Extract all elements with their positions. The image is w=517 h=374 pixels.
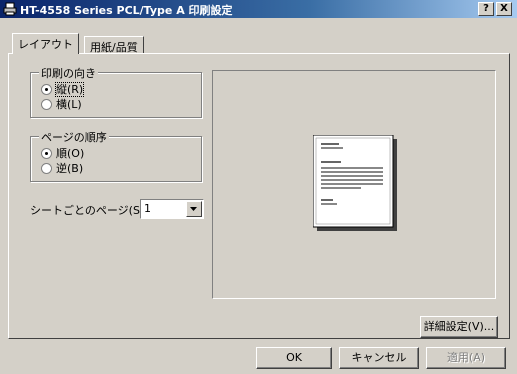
advanced-button[interactable]: 詳細設定(V)... <box>420 316 498 338</box>
radio-indicator <box>41 148 52 159</box>
page-order-normal-label: 順(O) <box>56 147 85 160</box>
page-order-reverse-radio[interactable]: 逆(B) <box>41 160 84 175</box>
dropdown-button[interactable] <box>186 201 202 217</box>
title-bar: HT-4558 Series PCL/Type A 印刷設定 ? X <box>0 0 517 18</box>
orientation-portrait-radio[interactable]: 縦(R) <box>41 81 85 97</box>
apply-button[interactable]: 適用(A) <box>426 347 506 369</box>
orientation-portrait-label: 縦(R) <box>54 82 85 97</box>
page-order-normal-radio[interactable]: 順(O) <box>41 145 85 160</box>
orientation-landscape-label: 横(L) <box>56 98 82 111</box>
pages-per-sheet-select[interactable]: 1 <box>140 199 204 219</box>
layout-preview <box>212 70 496 299</box>
orientation-landscape-radio[interactable]: 横(L) <box>41 96 82 111</box>
printer-icon <box>3 2 17 16</box>
ok-button[interactable]: OK <box>256 347 332 369</box>
page-order-reverse-label: 逆(B) <box>56 162 84 175</box>
page-order-group: ページの順序 順(O) 逆(B) <box>30 129 202 182</box>
orientation-group: 印刷の向き 縦(R) 横(L) <box>30 65 202 118</box>
cancel-button[interactable]: キャンセル <box>339 347 419 369</box>
chevron-down-icon <box>190 207 197 211</box>
radio-indicator <box>41 99 52 110</box>
tab-paper-quality[interactable]: 用紙/品質 <box>84 36 144 54</box>
orientation-group-label: 印刷の向き <box>39 65 98 81</box>
page-order-group-label: ページの順序 <box>39 129 109 145</box>
close-button[interactable]: X <box>496 2 512 16</box>
pages-per-sheet-label: シートごとのページ(S): <box>30 204 148 217</box>
pages-per-sheet-value: 1 <box>144 202 151 215</box>
help-button[interactable]: ? <box>478 2 494 16</box>
radio-indicator <box>41 163 52 174</box>
tab-layout-label: レイアウト <box>18 38 73 51</box>
document-preview-icon <box>313 135 397 231</box>
tab-layout[interactable]: レイアウト <box>12 33 79 54</box>
radio-indicator <box>41 84 52 95</box>
window-title: HT-4558 Series PCL/Type A 印刷設定 <box>20 4 233 17</box>
